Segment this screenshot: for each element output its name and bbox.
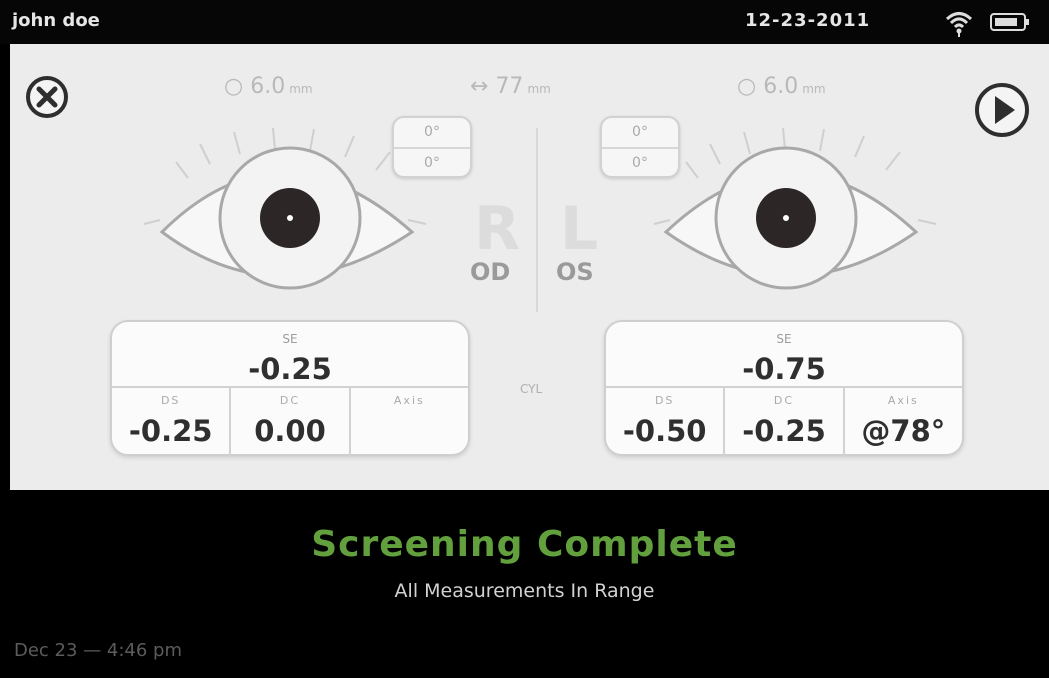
od-axis-cell: Axis xyxy=(351,388,468,456)
pupil-icon: ○ xyxy=(737,74,757,99)
od-results-card: SE -0.25 DS -0.25 DC 0.00 Axis xyxy=(110,320,470,456)
ds-caption: DS xyxy=(654,394,675,407)
pupil-value-od: 6.0 xyxy=(250,74,286,99)
os-rx-row: DS -0.50 DC -0.25 Axis @78° xyxy=(606,386,962,456)
od-dc-cell: DC 0.00 xyxy=(231,388,351,456)
screening-status-subtitle: All Measurements In Range xyxy=(394,580,655,602)
left-eye-icon xyxy=(653,127,937,290)
center-divider xyxy=(536,128,538,312)
os-label: OS xyxy=(556,258,594,286)
screening-timestamp: Dec 23 — 4:46 pm xyxy=(14,640,183,661)
wifi-icon xyxy=(945,12,973,37)
status-bar: john doe 12-23-2011 xyxy=(0,0,1049,44)
ds-caption: DS xyxy=(160,394,181,407)
status-date: 12-23-2011 xyxy=(745,10,871,31)
os-axis-value: @78° xyxy=(861,414,946,448)
pupil-unit-od: mm xyxy=(289,82,313,96)
pupil-size-os: ○ 6.0 mm xyxy=(737,74,826,99)
right-eye-icon xyxy=(143,127,427,290)
se-caption: SE xyxy=(776,332,792,346)
od-ds-value: -0.25 xyxy=(128,414,213,448)
left-eye-ghost-letter: L xyxy=(560,194,599,264)
pupillary-distance: ↔ 77 mm xyxy=(470,74,551,99)
play-icon[interactable] xyxy=(972,80,1032,140)
dc-caption: DC xyxy=(279,394,301,407)
pd-arrow-icon: ↔ xyxy=(470,74,489,99)
pupil-icon: ○ xyxy=(224,74,244,99)
cyl-label: CYL xyxy=(520,382,543,396)
axis-caption: Axis xyxy=(887,394,919,407)
od-rx-row: DS -0.25 DC 0.00 Axis xyxy=(112,386,468,456)
os-axis-cell: Axis @78° xyxy=(845,388,962,456)
os-se-value: -0.75 xyxy=(742,352,826,386)
se-caption: SE xyxy=(282,332,298,346)
dc-caption: DC xyxy=(773,394,795,407)
close-icon[interactable] xyxy=(24,74,70,120)
os-results-card: SE -0.75 DS -0.50 DC -0.25 Axis @78° xyxy=(604,320,964,456)
od-ds-cell: DS -0.25 xyxy=(112,388,232,456)
right-eye-ghost-letter: R xyxy=(474,194,521,264)
od-dc-value: 0.00 xyxy=(254,414,326,448)
pupil-size-od: ○ 6.0 mm xyxy=(224,74,313,99)
pd-value: 77 xyxy=(495,74,524,99)
od-label: OD xyxy=(470,258,511,286)
battery-icon xyxy=(990,13,1029,31)
os-dc-cell: DC -0.25 xyxy=(725,388,845,456)
od-se-value: -0.25 xyxy=(248,352,332,386)
pupil-value-os: 6.0 xyxy=(763,74,799,99)
axis-caption: Axis xyxy=(393,394,425,407)
screening-status-title: Screening Complete xyxy=(311,524,738,565)
pd-unit: mm xyxy=(527,82,551,96)
os-ds-cell: DS -0.50 xyxy=(606,388,726,456)
os-ds-value: -0.50 xyxy=(622,414,707,448)
user-name: john doe xyxy=(12,10,100,31)
pupil-unit-os: mm xyxy=(802,82,826,96)
os-dc-value: -0.25 xyxy=(742,414,826,448)
